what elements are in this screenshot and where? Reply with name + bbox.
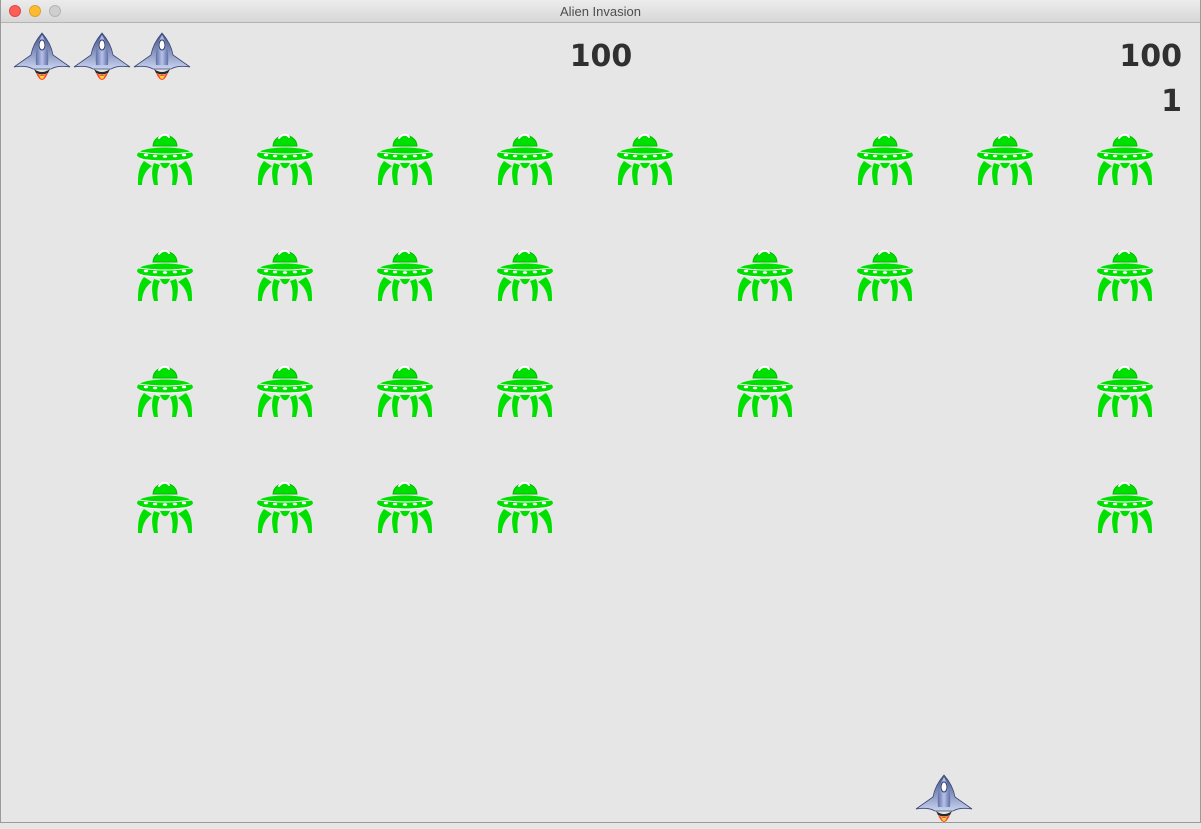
high-score: 100 [1119, 39, 1182, 74]
life-ship-icon [131, 29, 193, 87]
alien-icon [135, 476, 195, 534]
alien-icon [855, 128, 915, 186]
alien-icon [135, 360, 195, 418]
score: 100 [569, 39, 633, 74]
game-canvas: 100 100 1 [1, 23, 1200, 822]
alien-icon [375, 244, 435, 302]
title-bar: Alien Invasion [1, 0, 1200, 23]
alien-icon [375, 128, 435, 186]
alien-icon [735, 360, 795, 418]
alien-icon [975, 128, 1035, 186]
alien-icon [255, 476, 315, 534]
alien-icon [135, 244, 195, 302]
alien-icon [735, 244, 795, 302]
player-ship-icon [913, 771, 975, 829]
alien-icon [1095, 244, 1155, 302]
life-ship-icon [11, 29, 73, 87]
alien-icon [495, 128, 555, 186]
life-ship-icon [71, 29, 133, 87]
alien-icon [375, 360, 435, 418]
alien-icon [855, 244, 915, 302]
alien-icon [495, 244, 555, 302]
alien-icon [255, 244, 315, 302]
level: 1 [1161, 84, 1182, 119]
alien-icon [135, 128, 195, 186]
alien-icon [1095, 360, 1155, 418]
alien-icon [615, 128, 675, 186]
alien-icon [255, 128, 315, 186]
game-window: Alien Invasion 100 100 1 [0, 0, 1201, 823]
window-title: Alien Invasion [560, 4, 641, 19]
alien-icon [375, 476, 435, 534]
alien-icon [495, 360, 555, 418]
alien-icon [1095, 476, 1155, 534]
alien-icon [1095, 128, 1155, 186]
alien-icon [495, 476, 555, 534]
alien-icon [255, 360, 315, 418]
